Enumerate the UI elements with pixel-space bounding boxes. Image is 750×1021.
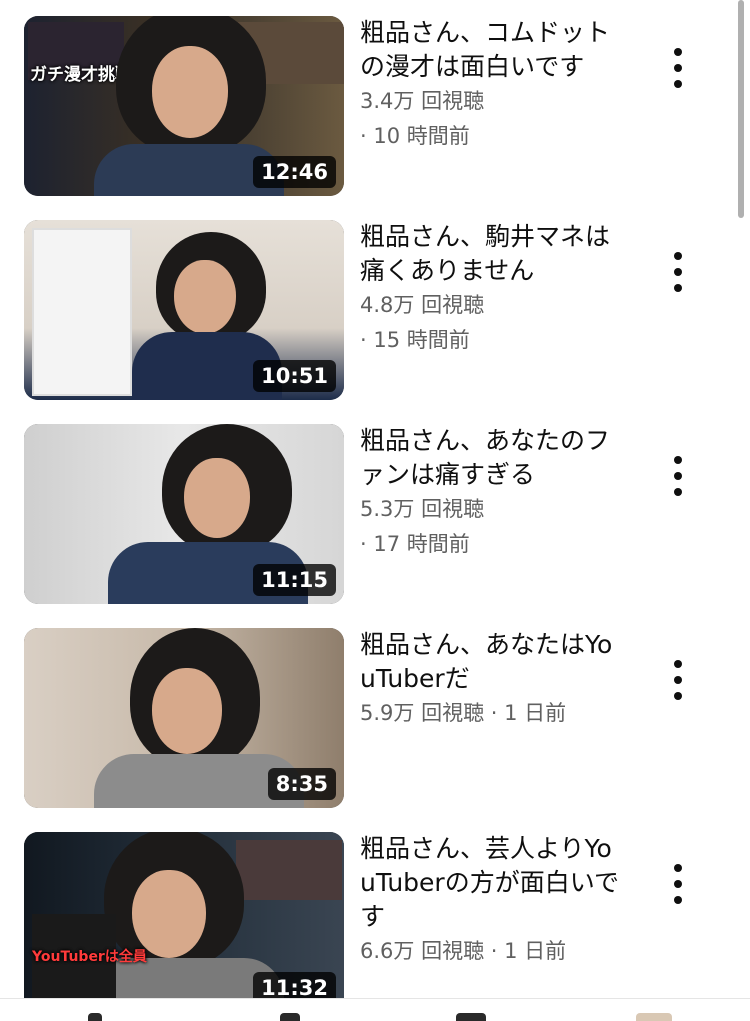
video-meta: 粗品さん、あなたはYouTuberだ 5.9万 回視聴 · 1 日前: [360, 628, 625, 731]
video-item[interactable]: 10:51 粗品さん、駒井マネは痛くありません 4.8万 回視聴 · 15 時間…: [0, 220, 750, 400]
thumbnail-inset-image: [32, 228, 132, 396]
more-vert-icon[interactable]: [664, 456, 692, 496]
video-item[interactable]: 8:35 粗品さん、あなたはYouTuberだ 5.9万 回視聴 · 1 日前: [0, 628, 750, 808]
thumbnail-caption: YouTuberは全員: [32, 949, 147, 965]
video-age: · 15 時間前: [360, 328, 470, 352]
video-duration: 11:15: [253, 564, 336, 596]
video-thumbnail[interactable]: ガチ漫才挑戦 12:46: [24, 16, 344, 196]
video-meta: 粗品さん、コムドットの漫才は面白いです 3.4万 回視聴 · 10 時間前: [360, 16, 625, 154]
video-thumbnail[interactable]: 11:15: [24, 424, 344, 604]
more-vert-icon[interactable]: [664, 252, 692, 292]
more-vert-icon[interactable]: [664, 660, 692, 700]
video-item[interactable]: YouTuberは全員 11:32 粗品さん、芸人よりYouTuberの方が面白…: [0, 832, 750, 1012]
video-thumbnail[interactable]: YouTuberは全員 11:32: [24, 832, 344, 1012]
video-item[interactable]: 11:15 粗品さん、あなたのファンは痛すぎる 5.3万 回視聴 · 17 時間…: [0, 424, 750, 604]
video-age: · 17 時間前: [360, 532, 470, 556]
video-title[interactable]: 粗品さん、駒井マネは痛くありません: [360, 220, 625, 288]
video-views: 3.4万 回視聴: [360, 89, 485, 113]
video-duration: 8:35: [267, 768, 336, 800]
video-thumbnail[interactable]: 10:51: [24, 220, 344, 400]
more-vert-icon[interactable]: [664, 48, 692, 88]
video-title[interactable]: 粗品さん、あなたのファンは痛すぎる: [360, 424, 625, 492]
scrollbar[interactable]: [738, 0, 744, 218]
thumbnail-inset-image: [236, 840, 342, 900]
video-views: 5.3万 回視聴: [360, 497, 485, 521]
video-title[interactable]: 粗品さん、あなたはYouTuberだ: [360, 628, 625, 696]
video-duration: 12:46: [253, 156, 336, 188]
video-meta: 粗品さん、あなたのファンは痛すぎる 5.3万 回視聴 · 17 時間前: [360, 424, 625, 562]
video-views: 5.9万 回視聴 · 1 日前: [360, 701, 567, 725]
video-age: · 10 時間前: [360, 124, 470, 148]
video-title[interactable]: 粗品さん、コムドットの漫才は面白いです: [360, 16, 625, 84]
video-thumbnail[interactable]: 8:35: [24, 628, 344, 808]
bottom-navigation: [0, 998, 750, 1021]
more-vert-icon[interactable]: [664, 864, 692, 904]
video-title[interactable]: 粗品さん、芸人よりYouTuberの方が面白いです: [360, 832, 625, 934]
video-meta: 粗品さん、芸人よりYouTuberの方が面白いです 6.6万 回視聴 · 1 日…: [360, 832, 625, 969]
video-meta: 粗品さん、駒井マネは痛くありません 4.8万 回視聴 · 15 時間前: [360, 220, 625, 358]
video-views: 6.6万 回視聴 · 1 日前: [360, 939, 567, 963]
video-item[interactable]: ガチ漫才挑戦 12:46 粗品さん、コムドットの漫才は面白いです 3.4万 回視…: [0, 16, 750, 196]
video-views: 4.8万 回視聴: [360, 293, 485, 317]
video-duration: 10:51: [253, 360, 336, 392]
